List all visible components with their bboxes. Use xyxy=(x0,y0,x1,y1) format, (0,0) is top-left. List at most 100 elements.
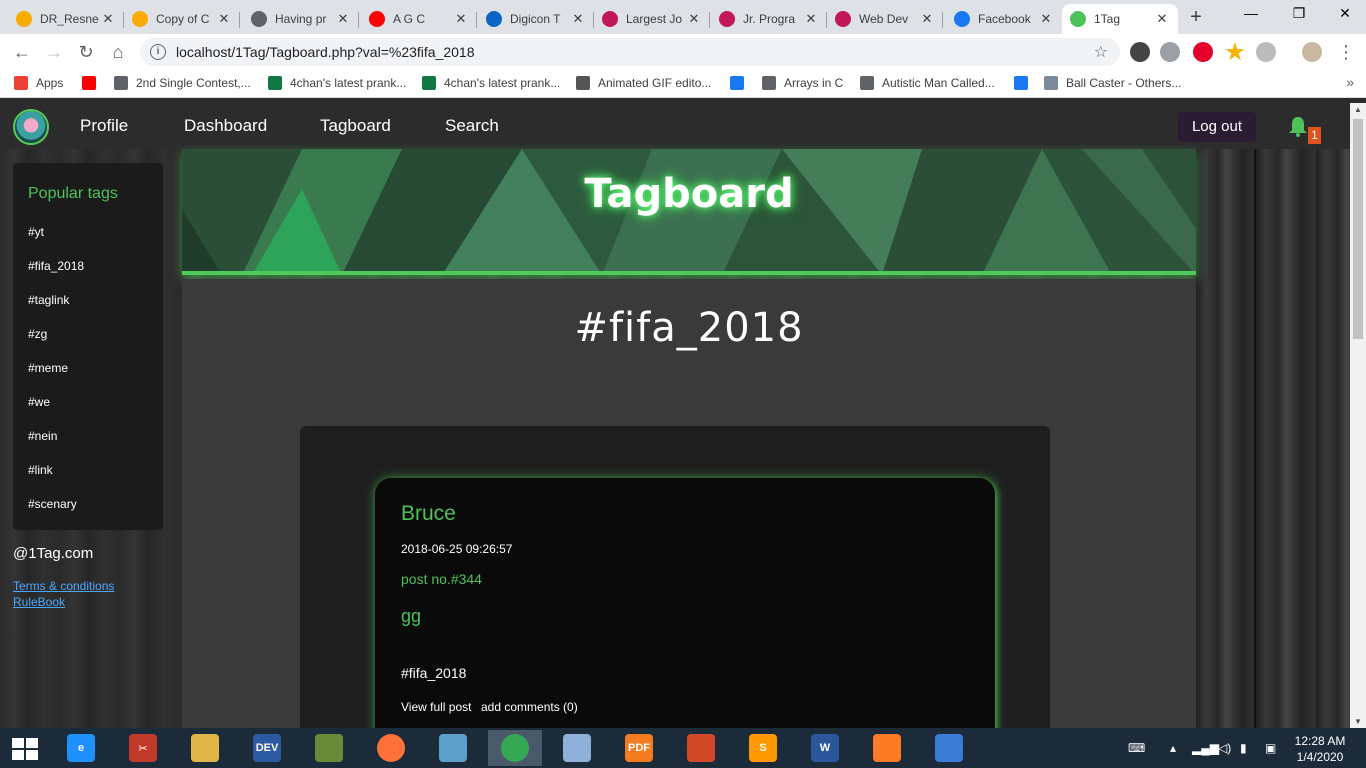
close-tab-icon[interactable]: ✕ xyxy=(919,11,935,27)
taskbar-app[interactable] xyxy=(302,730,356,766)
taskbar-app[interactable]: W xyxy=(798,730,852,766)
browser-tab[interactable]: DR_Resne ✕ xyxy=(8,4,124,34)
shield-extension-icon[interactable] xyxy=(1160,42,1180,62)
popular-tag-link[interactable]: #zg xyxy=(28,327,47,341)
nav-profile[interactable]: Profile xyxy=(80,116,128,136)
tab-title[interactable]: Largest Jo xyxy=(626,12,686,26)
tab-title[interactable]: Digicon T xyxy=(510,12,570,26)
taskbar-app[interactable] xyxy=(426,730,480,766)
post-tag[interactable]: #fifa_2018 xyxy=(401,665,466,681)
taskbar-app[interactable] xyxy=(488,730,542,766)
back-icon[interactable]: ← xyxy=(10,40,34,64)
bookmark-item[interactable]: Ball Caster - Others... xyxy=(1044,76,1181,90)
more-bookmarks-icon[interactable]: » xyxy=(1346,74,1354,90)
volume-icon[interactable]: ◁) xyxy=(1218,728,1231,768)
star-extension-icon[interactable] xyxy=(1225,42,1245,61)
taskbar-app[interactable] xyxy=(860,730,914,766)
post-author[interactable]: Bruce xyxy=(401,502,456,526)
battery-icon[interactable]: ▮ xyxy=(1240,728,1247,768)
nav-dashboard[interactable]: Dashboard xyxy=(184,116,267,136)
taskbar-app[interactable] xyxy=(550,730,604,766)
browser-tab[interactable]: Copy of C ✕ xyxy=(124,4,240,34)
popular-tag-link[interactable]: #taglink xyxy=(28,293,69,307)
bookmark-item[interactable] xyxy=(82,76,104,90)
close-tab-icon[interactable]: ✕ xyxy=(1154,11,1170,27)
taskbar-app[interactable]: DEV xyxy=(240,730,294,766)
tab-title[interactable]: A G C xyxy=(393,12,453,26)
browser-tab[interactable]: Jr. Progra ✕ xyxy=(711,4,827,34)
network-icon[interactable]: ▂▄▆ xyxy=(1192,728,1219,768)
popular-tag-link[interactable]: #link xyxy=(28,463,53,477)
nav-search[interactable]: Search xyxy=(445,116,499,136)
taskbar-app[interactable]: PDF xyxy=(612,730,666,766)
browser-tab[interactable]: Facebook ✕ xyxy=(946,4,1062,34)
view-full-post-link[interactable]: View full post xyxy=(401,700,471,714)
address-bar[interactable]: i localhost/1Tag/Tagboard.php?val=%23fif… xyxy=(140,38,1120,66)
taskbar-app[interactable]: S xyxy=(736,730,790,766)
taskbar-app[interactable]: e xyxy=(54,730,108,766)
action-center-icon[interactable]: ▣ xyxy=(1265,728,1276,768)
tab-title[interactable]: Facebook xyxy=(978,12,1038,26)
site-logo[interactable] xyxy=(13,109,49,145)
profile-avatar[interactable] xyxy=(1302,42,1322,62)
popular-tag-link[interactable]: #fifa_2018 xyxy=(28,259,84,273)
home-icon[interactable]: ⌂ xyxy=(106,40,130,64)
bookmark-item[interactable]: 2nd Single Contest,... xyxy=(114,76,251,90)
popular-tag-link[interactable]: #meme xyxy=(28,361,68,375)
tab-title[interactable]: Jr. Progra xyxy=(743,12,803,26)
bookmark-item[interactable]: 4chan's latest prank... xyxy=(268,76,406,90)
taskbar-app[interactable] xyxy=(178,730,232,766)
browser-tab[interactable]: Web Dev ✕ xyxy=(827,4,943,34)
windows-start-icon[interactable] xyxy=(12,738,38,760)
close-tab-icon[interactable]: ✕ xyxy=(570,11,586,27)
menu-icon[interactable]: ⋮ xyxy=(1334,40,1358,64)
scrollbar-thumb[interactable] xyxy=(1353,119,1363,339)
terms-link[interactable]: Terms & conditions xyxy=(13,579,114,593)
browser-tab[interactable]: 1Tag ✕ xyxy=(1062,4,1178,34)
close-tab-icon[interactable]: ✕ xyxy=(686,11,702,27)
extension-icon[interactable] xyxy=(1130,42,1150,62)
bookmark-item[interactable]: Apps xyxy=(14,76,63,90)
bell-icon[interactable] xyxy=(1287,115,1309,137)
popular-tag-link[interactable]: #nein xyxy=(28,429,57,443)
popular-tag-link[interactable]: #yt xyxy=(28,225,44,239)
keyboard-icon[interactable]: ⌨ xyxy=(1128,728,1145,768)
scroll-down-icon[interactable]: ▼ xyxy=(1354,717,1362,726)
tab-title[interactable]: Web Dev xyxy=(859,12,919,26)
popular-tag-link[interactable]: #we xyxy=(28,395,50,409)
bookmark-item[interactable] xyxy=(730,76,752,90)
popular-tag-link[interactable]: #scenary xyxy=(28,497,77,511)
browser-tab[interactable]: Largest Jo ✕ xyxy=(594,4,710,34)
reload-icon[interactable]: ↻ xyxy=(74,40,98,64)
close-tab-icon[interactable]: ✕ xyxy=(100,11,116,27)
bookmark-item[interactable]: 4chan's latest prank... xyxy=(422,76,560,90)
taskbar-app[interactable] xyxy=(674,730,728,766)
site-info-icon[interactable]: i xyxy=(150,44,166,60)
close-window-button[interactable]: ✕ xyxy=(1322,0,1366,30)
browser-tab[interactable]: Digicon T ✕ xyxy=(478,4,594,34)
bookmark-item[interactable]: Animated GIF edito... xyxy=(576,76,711,90)
taskbar-clock[interactable]: 12:28 AM 1/4/2020 xyxy=(1290,733,1350,765)
new-tab-button[interactable]: + xyxy=(1184,6,1208,29)
globe-extension-icon[interactable] xyxy=(1256,42,1276,62)
taskbar-app[interactable] xyxy=(364,730,418,766)
rulebook-link[interactable]: RuleBook xyxy=(13,595,65,609)
tab-title[interactable]: Having pr xyxy=(275,12,335,26)
maximize-button[interactable]: ❐ xyxy=(1276,0,1322,30)
add-comments-link[interactable]: add comments (0) xyxy=(481,700,578,714)
opera-extension-icon[interactable] xyxy=(1193,42,1213,62)
tab-title[interactable]: DR_Resne xyxy=(40,12,100,26)
bookmark-item[interactable]: Autistic Man Called... xyxy=(860,76,995,90)
nav-tagboard[interactable]: Tagboard xyxy=(320,116,391,136)
close-tab-icon[interactable]: ✕ xyxy=(216,11,232,27)
close-tab-icon[interactable]: ✕ xyxy=(335,11,351,27)
tray-overflow-icon[interactable]: ▴ xyxy=(1170,728,1176,768)
tab-title[interactable]: Copy of C xyxy=(156,12,216,26)
close-tab-icon[interactable]: ✕ xyxy=(453,11,469,27)
bookmark-item[interactable] xyxy=(1014,76,1036,90)
page-scrollbar[interactable]: ▲ ▼ xyxy=(1350,103,1366,728)
bookmark-star-icon[interactable]: ☆ xyxy=(1094,42,1108,62)
bookmark-item[interactable]: Arrays in C xyxy=(762,76,843,90)
url-text[interactable]: localhost/1Tag/Tagboard.php?val=%23fifa_… xyxy=(176,44,475,60)
taskbar-app[interactable] xyxy=(922,730,976,766)
